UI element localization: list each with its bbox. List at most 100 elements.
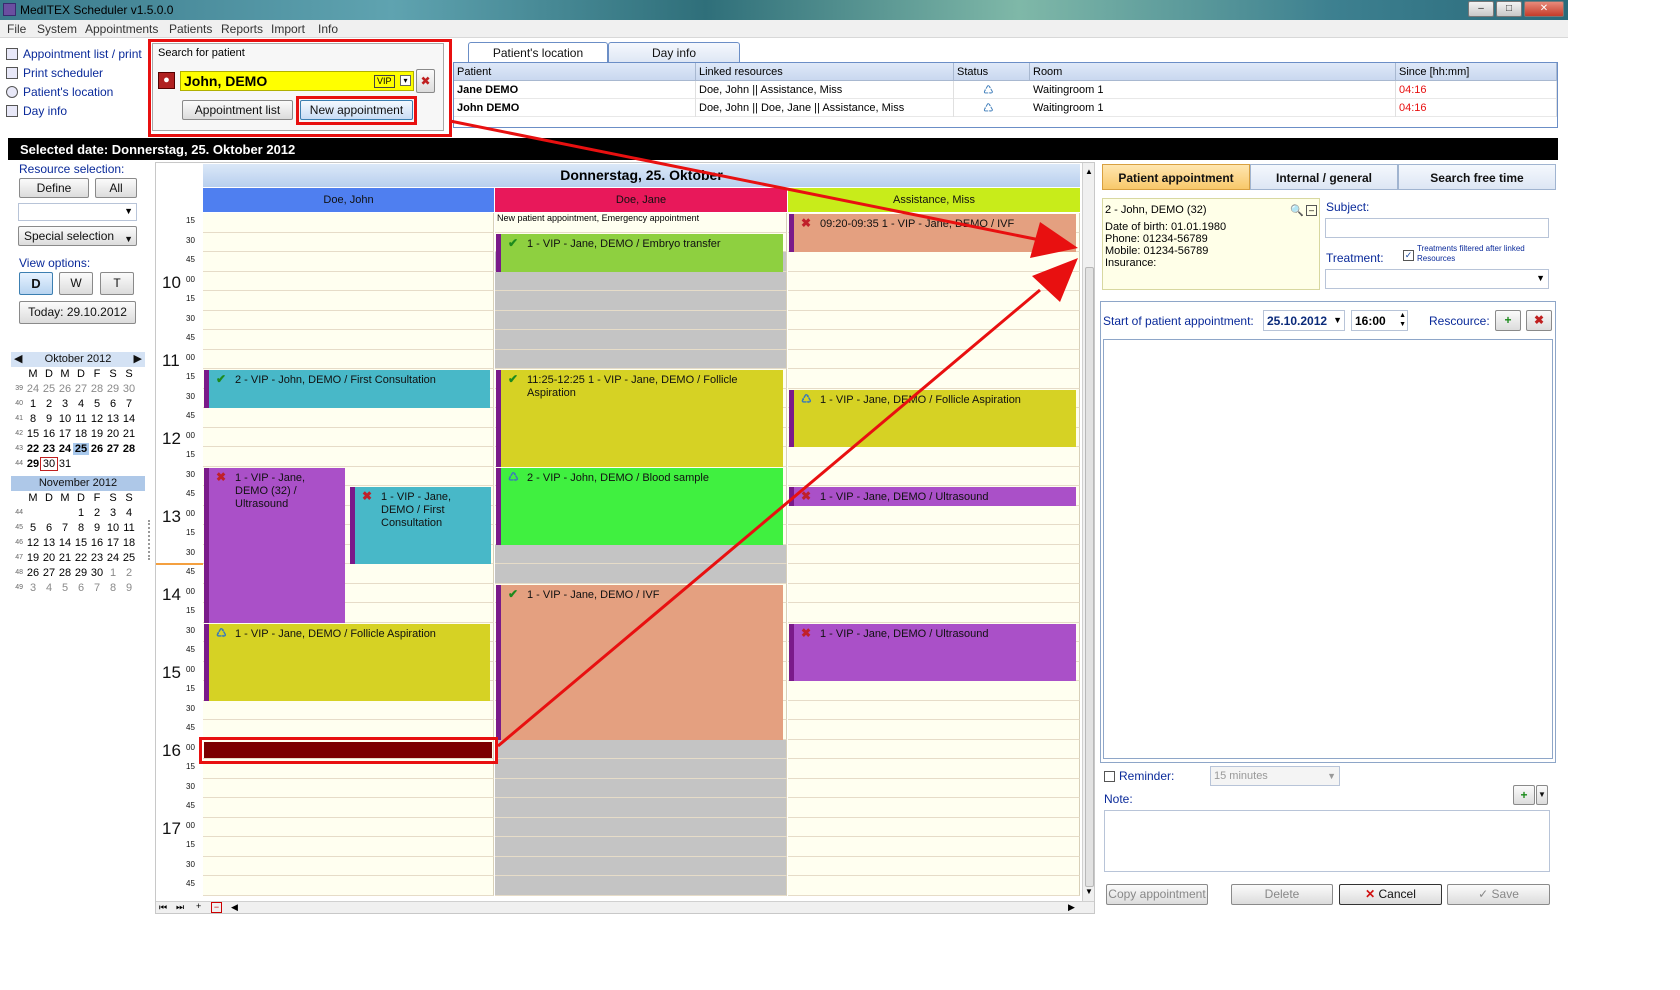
- time-slot[interactable]: [495, 837, 787, 857]
- calendar-day[interactable]: 27: [73, 383, 89, 395]
- view-t-button[interactable]: T: [100, 272, 134, 295]
- time-slot[interactable]: [203, 837, 494, 857]
- patient-card-icon[interactable]: ●: [158, 72, 175, 89]
- day-info-link[interactable]: Day info: [6, 104, 67, 120]
- calendar-day[interactable]: 3: [57, 398, 73, 410]
- time-slot[interactable]: [788, 544, 1080, 564]
- calendar-day[interactable]: 2: [121, 567, 137, 579]
- calendar-day[interactable]: 23: [89, 552, 105, 564]
- time-slot[interactable]: [788, 856, 1080, 876]
- col-header-status[interactable]: Status: [954, 63, 1030, 81]
- time-slot[interactable]: [788, 817, 1080, 837]
- calendar-day[interactable]: 9: [89, 522, 105, 534]
- col-header-linked-resources[interactable]: Linked resources: [696, 63, 954, 81]
- calendar-day[interactable]: 23: [41, 443, 57, 455]
- resource-header-doe-jane[interactable]: Doe, Jane: [495, 188, 787, 212]
- time-slot[interactable]: [203, 876, 494, 896]
- appointment-list-button[interactable]: Appointment list: [182, 100, 293, 120]
- cancel-button[interactable]: ✕ Cancel: [1339, 884, 1442, 905]
- menu-info[interactable]: Info: [318, 22, 338, 36]
- calendar-day[interactable]: 15: [25, 428, 41, 440]
- appointment-block[interactable]: ✔ 1 - VIP - Jane, DEMO / Embryo transfer: [496, 233, 783, 272]
- scroll-thumb[interactable]: [1085, 267, 1094, 887]
- time-slot[interactable]: [495, 564, 787, 584]
- time-slot[interactable]: [788, 525, 1080, 545]
- prev-month-icon[interactable]: ◀: [14, 352, 22, 367]
- menu-import[interactable]: Import: [271, 22, 305, 36]
- calendar-day[interactable]: 20: [41, 552, 57, 564]
- time-slot[interactable]: [495, 310, 787, 330]
- calendar-day[interactable]: 12: [25, 537, 41, 549]
- calendar-day[interactable]: 28: [121, 443, 137, 455]
- last-record-icon[interactable]: ⏭: [176, 902, 184, 913]
- time-slot[interactable]: [203, 817, 494, 837]
- calendar-day[interactable]: 19: [25, 552, 41, 564]
- calendar-day[interactable]: 21: [121, 428, 137, 440]
- time-slot[interactable]: [788, 798, 1080, 818]
- calendar-day[interactable]: 8: [105, 582, 121, 594]
- time-slot[interactable]: [788, 447, 1080, 467]
- time-slot[interactable]: [203, 330, 494, 350]
- calendar-day[interactable]: 5: [25, 522, 41, 534]
- menu-patients[interactable]: Patients: [169, 22, 212, 36]
- time-slot[interactable]: [203, 778, 494, 798]
- resource-list[interactable]: [1103, 339, 1553, 759]
- time-slot[interactable]: [788, 349, 1080, 369]
- close-button[interactable]: ✕: [1524, 1, 1564, 17]
- note-textarea[interactable]: [1104, 810, 1550, 872]
- time-slot[interactable]: [788, 505, 1080, 525]
- remove-icon[interactable]: −: [211, 902, 222, 913]
- subject-input[interactable]: [1325, 218, 1549, 238]
- calendar-day[interactable]: 25: [121, 552, 137, 564]
- calendar-day[interactable]: 22: [73, 552, 89, 564]
- time-slot[interactable]: [788, 564, 1080, 584]
- next-month-icon[interactable]: ▶: [134, 352, 142, 367]
- calendar-day[interactable]: 20: [105, 428, 121, 440]
- delete-button[interactable]: Delete: [1231, 884, 1333, 905]
- menu-file[interactable]: File: [7, 22, 26, 36]
- special-selection-dropdown[interactable]: Special selection ▼: [18, 226, 137, 246]
- time-slot[interactable]: [495, 291, 787, 311]
- calendar-day[interactable]: 6: [73, 582, 89, 594]
- collapse-icon[interactable]: –: [1306, 205, 1317, 216]
- appointment-block[interactable]: ✔ 11:25-12:25 1 - VIP - Jane, DEMO / Foll…: [496, 370, 783, 467]
- calendar-day[interactable]: 1: [25, 398, 41, 410]
- calendar-day[interactable]: 24: [57, 443, 73, 455]
- time-slot[interactable]: [788, 876, 1080, 896]
- col-header-since[interactable]: Since [hh:mm]: [1396, 63, 1557, 81]
- appointment-block[interactable]: ✔ 2 - VIP - John, DEMO / First Consultati…: [204, 370, 490, 408]
- calendar-day[interactable]: 5: [57, 582, 73, 594]
- calendar-day[interactable]: 27: [105, 443, 121, 455]
- menu-system[interactable]: System: [37, 22, 77, 36]
- note-menu-button[interactable]: ▼: [1536, 785, 1548, 805]
- scroll-up-icon[interactable]: ▲: [1085, 167, 1093, 176]
- time-slot[interactable]: [788, 603, 1080, 623]
- appointment-block[interactable]: ✖ 1 - VIP - Jane, DEMO (32) / Ultrasound: [204, 467, 345, 623]
- calendar-day[interactable]: 9: [41, 413, 57, 425]
- time-slot[interactable]: [788, 271, 1080, 291]
- vertical-scrollbar[interactable]: ▲ ▼: [1082, 163, 1094, 903]
- resource-header-doe-john[interactable]: Doe, John: [203, 188, 494, 212]
- time-slot[interactable]: [788, 291, 1080, 311]
- time-slot[interactable]: [203, 252, 494, 272]
- scroll-left-icon[interactable]: ◀: [231, 902, 238, 913]
- new-appointment-button[interactable]: New appointment: [300, 100, 413, 120]
- calendar-day[interactable]: 24: [25, 383, 41, 395]
- calendar-day[interactable]: 16: [89, 537, 105, 549]
- time-slot[interactable]: [788, 681, 1080, 701]
- calendar-day[interactable]: 30: [121, 383, 137, 395]
- calendar-day[interactable]: 7: [121, 398, 137, 410]
- time-slot[interactable]: [203, 213, 494, 233]
- add-note-button[interactable]: +: [1513, 785, 1535, 805]
- tab-search-free-time[interactable]: Search free time: [1398, 164, 1556, 190]
- calendar-day[interactable]: 26: [89, 443, 105, 455]
- patients-location-link[interactable]: Patient's location: [6, 85, 113, 101]
- calendar-day[interactable]: 13: [105, 413, 121, 425]
- calendar-day[interactable]: 9: [121, 582, 137, 594]
- start-time-field[interactable]: 16:00 ▲ ▼: [1351, 310, 1408, 331]
- view-day-button[interactable]: D: [19, 272, 53, 295]
- tab-patient-appointment[interactable]: Patient appointment: [1102, 164, 1250, 190]
- calendar-day[interactable]: 25: [41, 383, 57, 395]
- maximize-button[interactable]: □: [1496, 1, 1522, 17]
- calendar-day[interactable]: 25: [73, 443, 89, 455]
